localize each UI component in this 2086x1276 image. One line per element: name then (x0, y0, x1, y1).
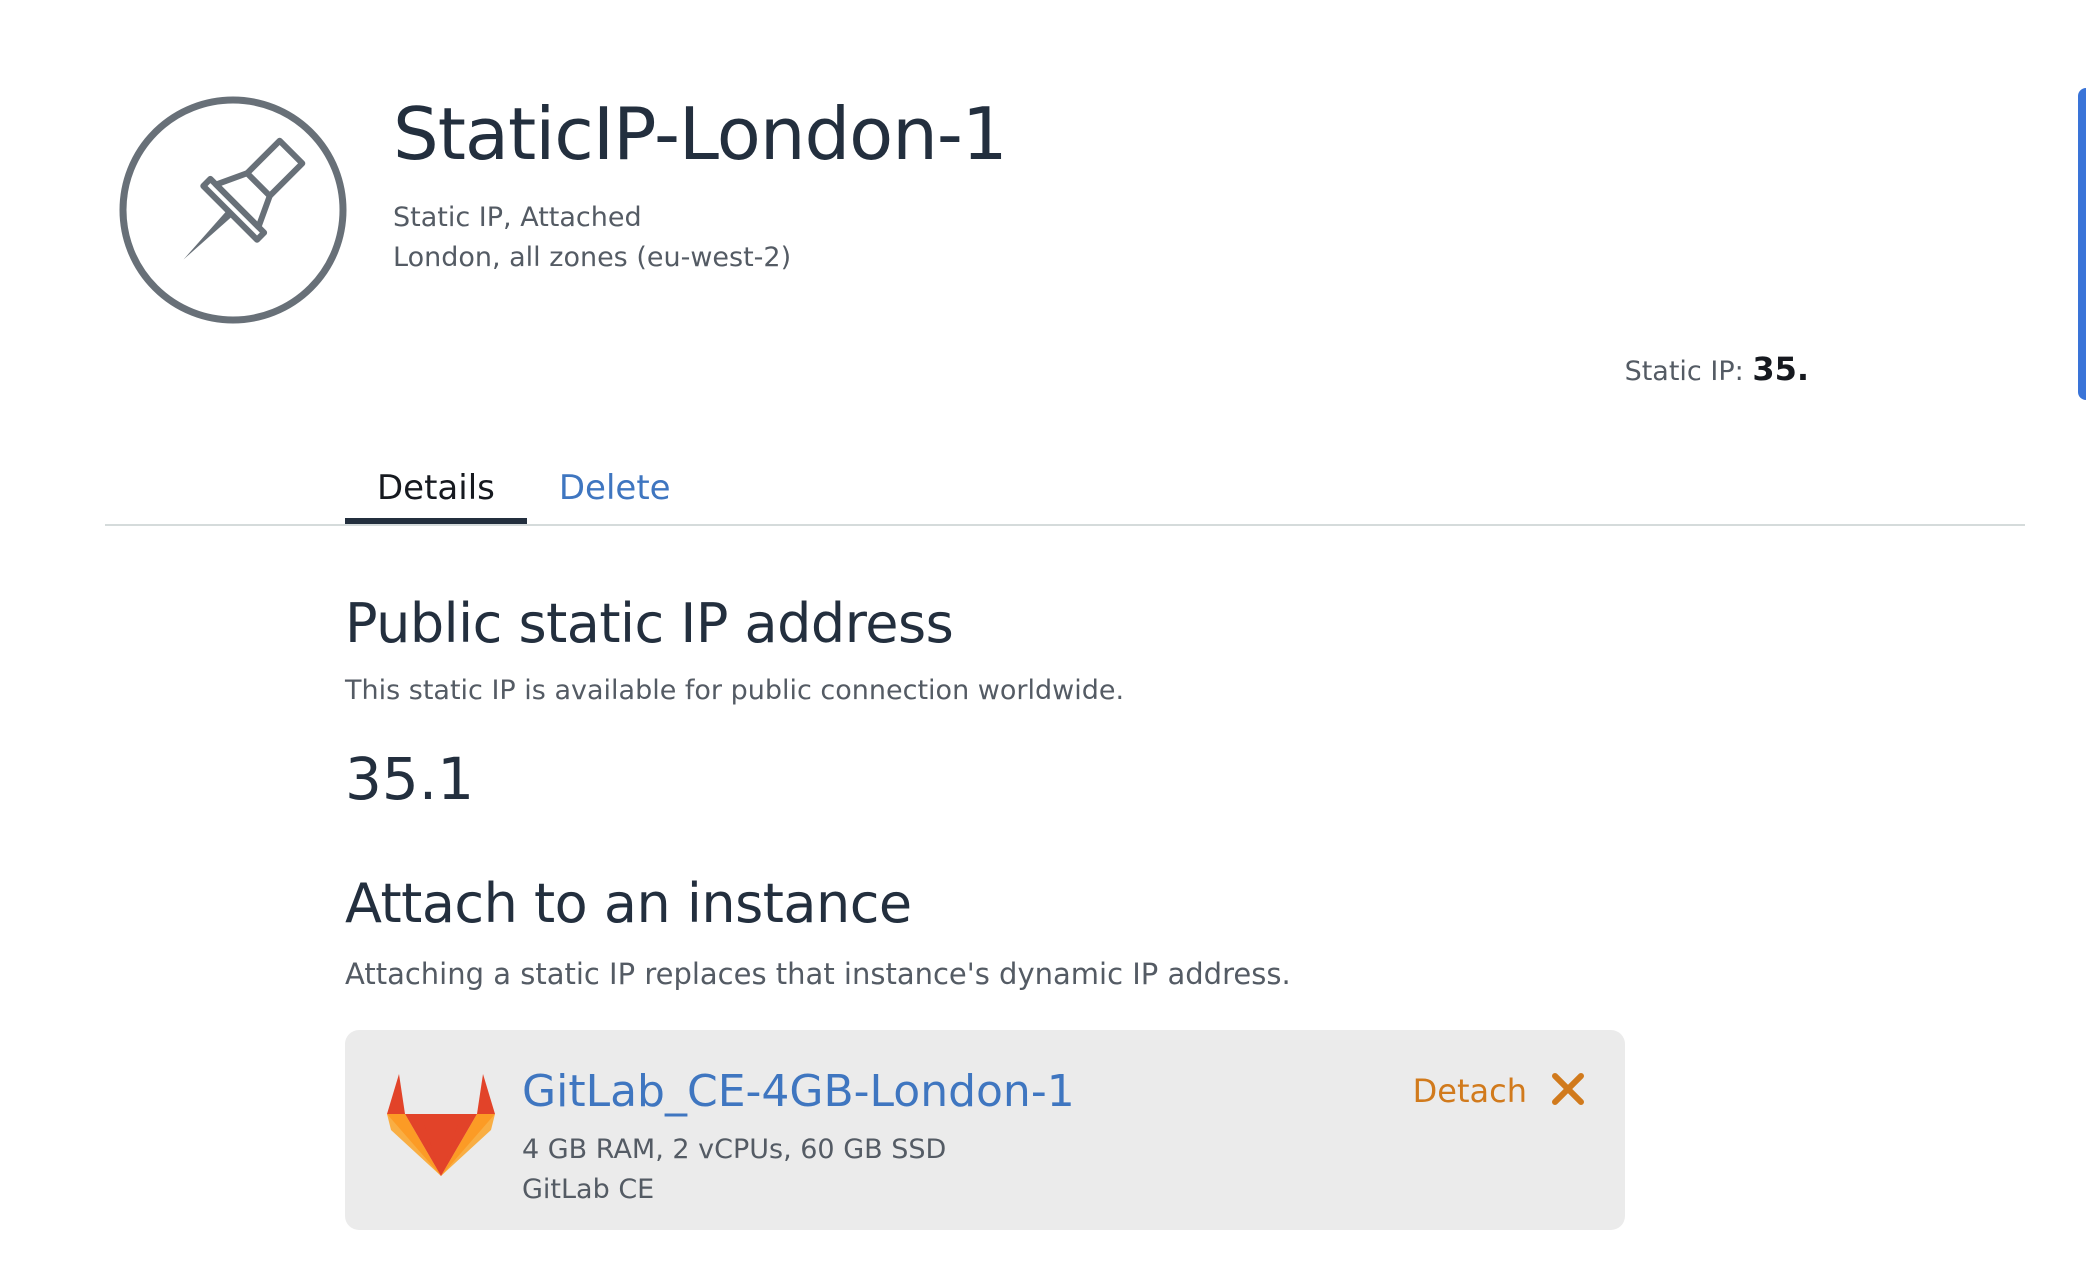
static-ip-summary: Static IP: 35. (1625, 350, 1809, 388)
public-ip-description: This static IP is available for public c… (345, 675, 1125, 706)
public-ip-value: 35.17 (345, 745, 470, 813)
resource-status: Static IP, Attached (393, 202, 642, 233)
public-ip-heading: Public static IP address (345, 592, 954, 655)
detach-button[interactable]: Detach (1413, 1072, 1585, 1110)
static-ip-label: Static IP: (1624, 356, 1744, 387)
instance-specs: 4 GB RAM, 2 vCPUs, 60 GB SSD (522, 1134, 947, 1165)
attached-instance-card: GitLab_CE-4GB-London-1 4 GB RAM, 2 vCPUs… (345, 1030, 1625, 1230)
tab-divider (105, 524, 2025, 526)
instance-details: 4 GB RAM, 2 vCPUs, 60 GB SSD GitLab CE (522, 1130, 946, 1210)
page-title: StaticIP-London-1 (393, 92, 1008, 176)
instance-name-link[interactable]: GitLab_CE-4GB-London-1 (522, 1066, 1075, 1117)
close-icon[interactable] (1551, 1072, 1585, 1110)
tab-details[interactable]: Details (345, 458, 527, 524)
side-panel-edge[interactable] (2078, 88, 2086, 400)
tab-bar: Details Delete (345, 458, 703, 524)
instance-blueprint: GitLab CE (522, 1174, 655, 1205)
pushpin-icon (118, 95, 348, 325)
attach-heading: Attach to an instance (345, 872, 912, 935)
resource-location: London, all zones (eu-west-2) (393, 242, 792, 273)
gitlab-logo-icon (385, 1072, 497, 1178)
static-ip-value: 35. (1752, 350, 1809, 388)
detach-label[interactable]: Detach (1413, 1072, 1527, 1110)
tab-delete[interactable]: Delete (527, 458, 703, 524)
attach-description: Attaching a static IP replaces that inst… (345, 957, 1291, 991)
resource-subtitle: Static IP, Attached London, all zones (e… (393, 198, 791, 278)
